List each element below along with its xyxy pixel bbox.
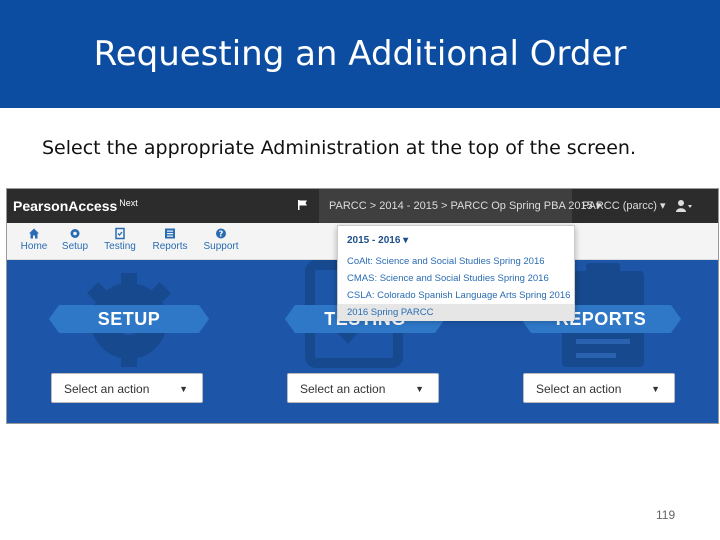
user-icon[interactable] [675,198,693,214]
question-icon: ? [216,228,226,239]
nav-setup[interactable]: Setup [60,227,90,252]
gear-icon [70,229,80,238]
slide-title-bar: Requesting an Additional Order [0,0,720,108]
app-topbar: PearsonAccess Next PARCC > 2014 - 2015 > … [7,189,718,223]
brand-super: Next [119,198,138,208]
select-label: Select an action [300,382,386,396]
slide-instruction: Select the appropriate Administration at… [42,137,637,159]
nav-label: Testing [104,241,136,252]
select-label: Select an action [64,382,150,396]
caret-down-icon: ▼ [179,384,188,394]
svg-text:?: ? [219,230,224,239]
select-label: Select an action [536,382,622,396]
brand-logo[interactable]: PearsonAccess Next [13,198,138,214]
list-icon [165,228,175,239]
organization-selector[interactable]: PARCC (parcc) ▾ [582,189,666,223]
dropdown-item-selected[interactable]: 2016 Spring PARCC [338,304,574,321]
nav-reports[interactable]: Reports [152,227,188,252]
flag-icon[interactable] [297,199,309,211]
setup-banner: SETUP [49,305,209,333]
testing-action-select[interactable]: Select an action ▼ [287,373,439,403]
reports-action-select[interactable]: Select an action ▼ [523,373,675,403]
nav-label: Home [20,241,48,252]
setup-action-select[interactable]: Select an action ▼ [51,373,203,403]
dropdown-year-header[interactable]: 2015 - 2016 ▾ [347,235,408,246]
nav-testing[interactable]: Testing [103,227,137,252]
administration-breadcrumb[interactable]: PARCC > 2014 - 2015 > PARCC Op Spring PB… [319,189,601,223]
nav-support[interactable]: ? Support [202,227,240,252]
page-number: 119 [656,508,676,522]
nav-label: Reports [152,241,188,252]
nav-home[interactable]: Home [19,227,49,252]
slide-title: Requesting an Additional Order [93,34,627,74]
dropdown-item[interactable]: CSLA: Colorado Spanish Language Arts Spr… [338,287,574,304]
nav-label: Setup [61,241,89,252]
app-screenshot: PearsonAccess Next PARCC > 2014 - 2015 > … [6,188,719,424]
caret-down-icon: ▼ [651,384,660,394]
dropdown-item[interactable]: CMAS: Science and Social Studies Spring … [338,270,574,287]
administration-dropdown: 2015 - 2016 ▾ CoAlt: Science and Social … [337,225,575,321]
nav-label: Support [203,241,239,252]
home-icon [29,228,39,239]
dropdown-item[interactable]: CoAlt: Science and Social Studies Spring… [338,253,574,270]
caret-down-icon: ▼ [415,384,424,394]
brand-name: PearsonAccess [13,198,118,214]
checklist-icon [115,227,125,240]
